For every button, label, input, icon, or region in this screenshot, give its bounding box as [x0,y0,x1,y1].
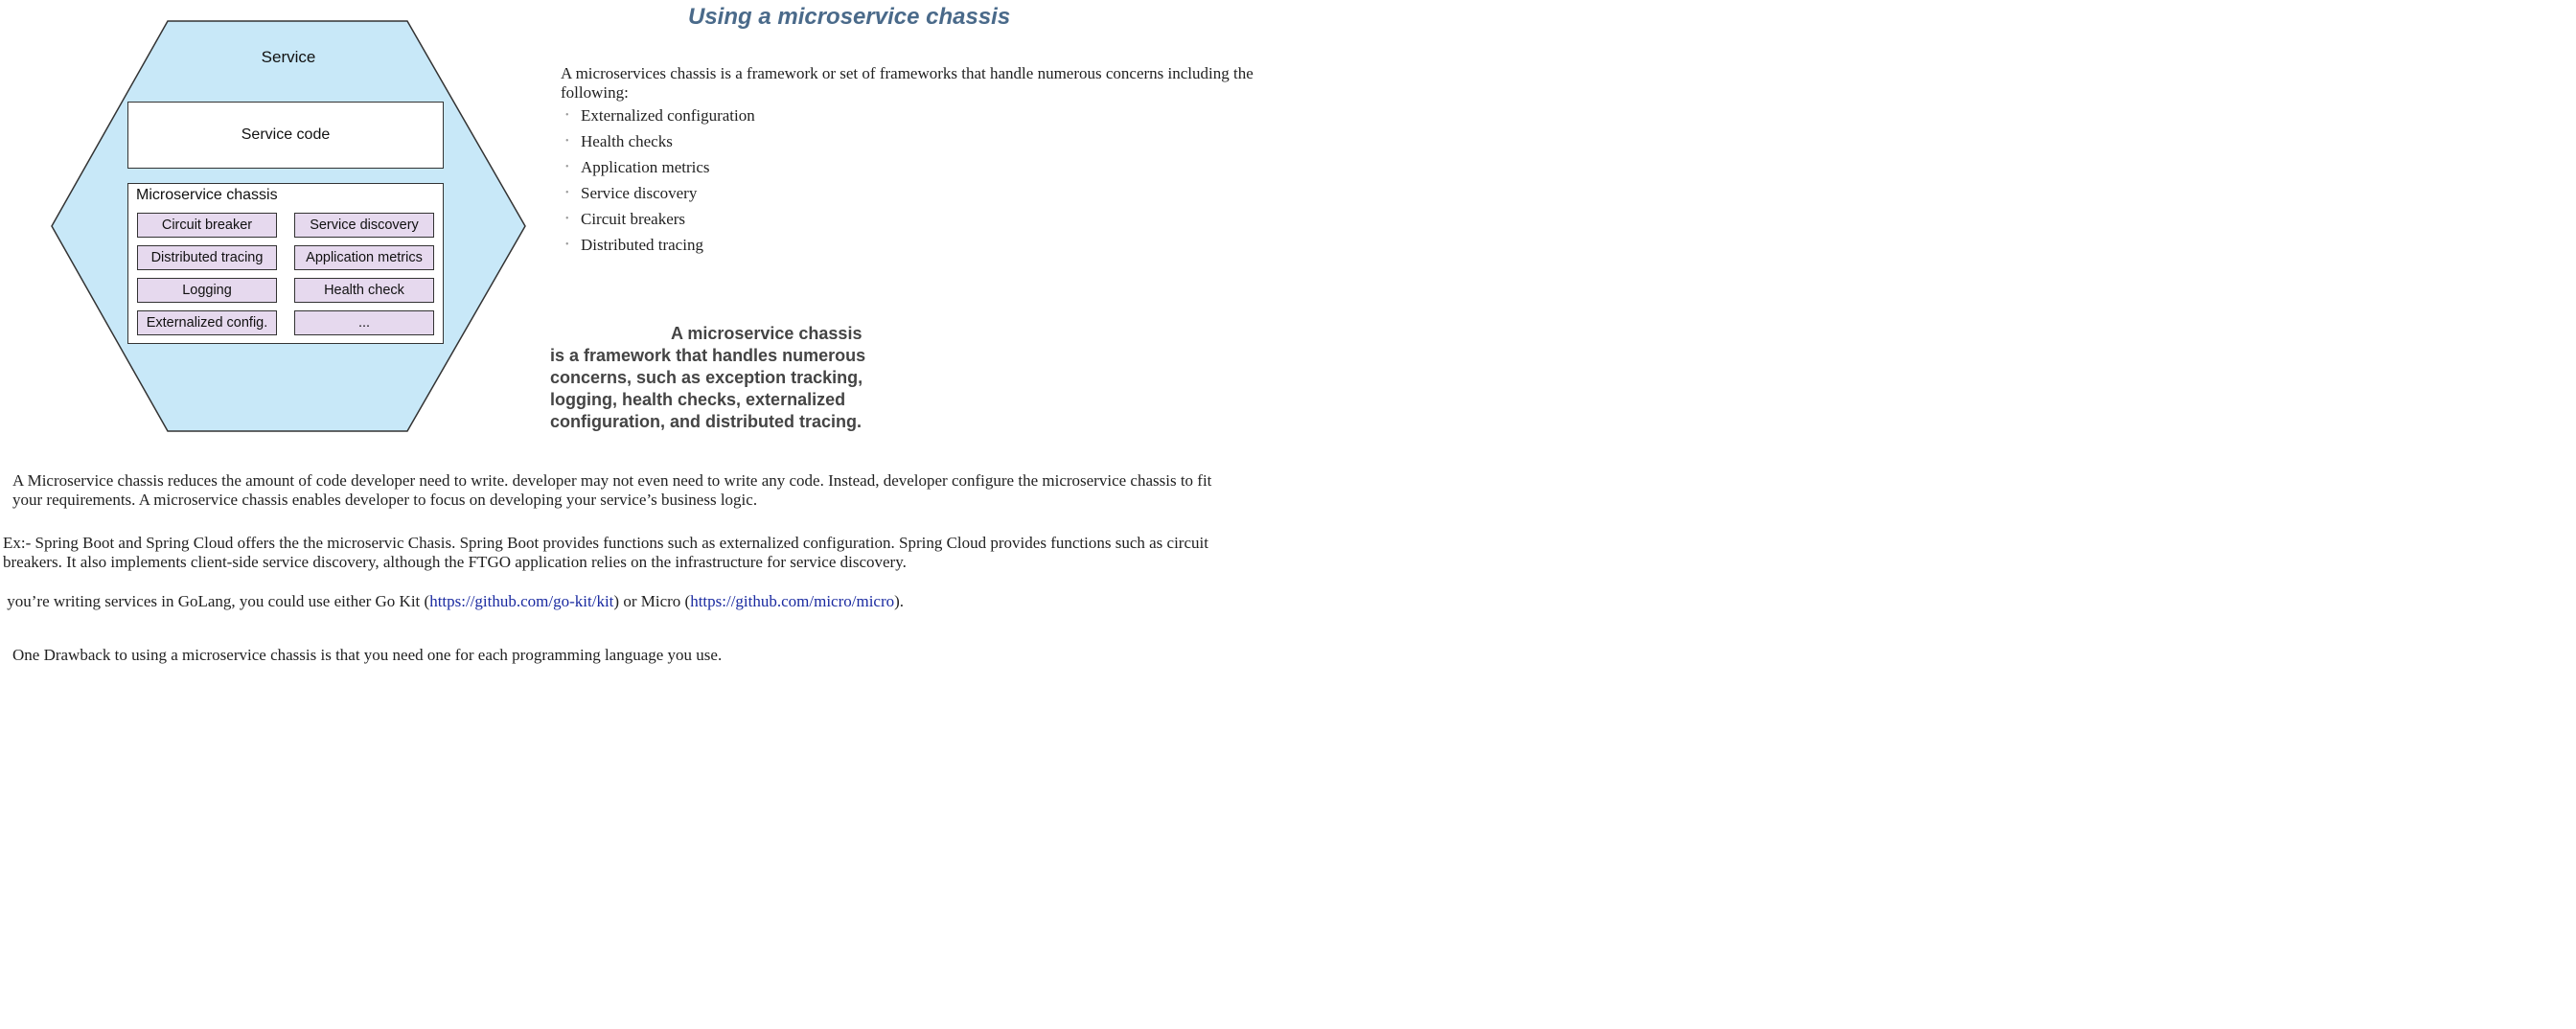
paragraph-spring-example: Ex:- Spring Boot and Spring Cloud offers… [3,534,1208,571]
list-item: • Externalized configuration [565,105,755,131]
chassis-label: Microservice chassis [136,187,278,203]
paragraph-golang: you’re writing services in GoLang, you c… [3,592,905,610]
list-item: • Circuit breakers [565,209,755,235]
callout-text: A microservice chassis is a framework th… [550,323,866,433]
paragraph-drawback: One Drawback to using a microservice cha… [12,646,723,664]
chassis-item-service-discovery: Service discovery [294,213,434,238]
service-code-label: Service code [241,126,331,143]
chassis-item-distributed-tracing: Distributed tracing [137,245,277,270]
service-code-box: Service code [127,102,444,169]
paragraph-chassis-benefits: A Microservice chassis reduces the amoun… [12,471,1212,509]
go-kit-link[interactable]: https://github.com/go-kit/kit [429,592,613,610]
list-item: • Service discovery [565,183,755,209]
chassis-components: Circuit breaker Service discovery Distri… [137,213,436,335]
bullet-icon: • [565,188,569,198]
list-item: • Distributed tracing [565,235,755,261]
callout-first-line: A microservice chassis [671,324,862,343]
bullet-icon: • [565,240,569,250]
micro-link[interactable]: https://github.com/micro/micro [690,592,894,610]
bullet-icon: • [565,110,569,121]
list-item: • Health checks [565,131,755,157]
bullet-icon: • [565,162,569,172]
service-label: Service [261,48,316,66]
intro-text: A microservices chassis is a framework o… [561,64,1254,102]
list-item: • Application metrics [565,157,755,183]
microservice-chassis-box: Microservice chassis Circuit breaker Ser… [127,183,444,344]
page-title: Using a microservice chassis [688,4,1011,30]
bullet-icon: • [565,136,569,147]
chassis-item-application-metrics: Application metrics [294,245,434,270]
callout-rest: is a framework that handles numerous con… [550,346,866,431]
chassis-item-more: ... [294,310,434,335]
chassis-item-logging: Logging [137,278,277,303]
chassis-item-externalized-config: Externalized config. [137,310,277,335]
concerns-list: • Externalized configuration • Health chec… [565,105,755,261]
chassis-item-circuit-breaker: Circuit breaker [137,213,277,238]
bullet-icon: • [565,214,569,224]
chassis-item-health-check: Health check [294,278,434,303]
